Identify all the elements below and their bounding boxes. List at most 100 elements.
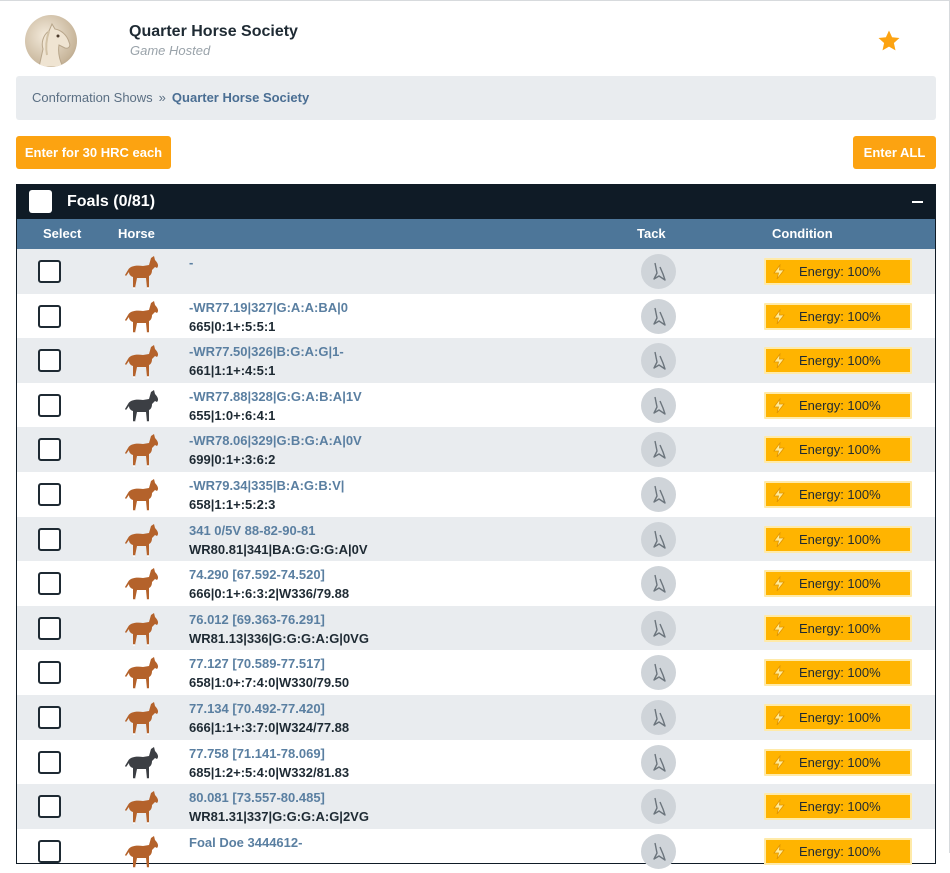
foal-name-link[interactable]: 80.081 [73.557-80.485] [189, 790, 325, 805]
foal-stats: 666|0:1+:6:3:2|W336/79.88 [189, 586, 350, 602]
tack-slot[interactable] [641, 700, 676, 735]
breadcrumb-current[interactable]: Quarter Horse Society [172, 90, 309, 105]
energy-text: Energy: 100% [799, 665, 881, 681]
foal-stats: WR80.81|341|BA:G:G:G:A|0V [189, 541, 368, 557]
energy-badge: Energy: 100% [764, 436, 912, 464]
row-checkbox[interactable] [38, 572, 61, 596]
foal-stats: 661|1:1+:4:5:1 [189, 363, 276, 379]
lightning-icon [773, 264, 785, 280]
star-icon[interactable] [877, 29, 901, 53]
foal-icon[interactable] [121, 834, 161, 870]
foal-stats: 655|1:0+:6:4:1 [189, 407, 276, 423]
foal-name-link[interactable]: 77.758 [71.141-78.069] [189, 746, 325, 761]
foal-icon[interactable] [121, 700, 161, 736]
tack-slot[interactable] [641, 566, 676, 602]
foal-name-link[interactable]: -WR77.50|326|B:G:A:G|1- [189, 344, 344, 359]
breadcrumb-separator: » [158, 90, 166, 105]
foal-name-link[interactable]: -WR77.19|327|G:A:A:BA|0 [189, 300, 348, 315]
row-checkbox[interactable] [38, 260, 61, 283]
foal-icon[interactable] [121, 299, 161, 335]
row-checkbox[interactable] [38, 349, 61, 373]
collapse-icon[interactable] [912, 201, 923, 203]
foal-icon[interactable] [121, 254, 161, 290]
tack-slot[interactable] [641, 387, 676, 423]
foal-icon[interactable] [121, 611, 161, 647]
tack-slot[interactable] [641, 432, 676, 468]
page-header: Quarter Horse Society Game Hosted [0, 0, 950, 76]
foal-icon[interactable] [121, 655, 161, 691]
foal-icon[interactable] [121, 789, 161, 825]
tack-slot[interactable] [641, 521, 676, 557]
row-checkbox[interactable] [38, 661, 61, 685]
tack-icon [653, 441, 666, 460]
table-row: Foal Doe 3444612- Energy: 100% [17, 829, 935, 873]
table-row: - Energy: 100% [17, 249, 935, 294]
enter-button[interactable]: Enter for 30 HRC each [16, 136, 171, 169]
energy-text: Energy: 100% [799, 576, 881, 592]
row-checkbox[interactable] [38, 304, 61, 328]
table-row: 76.012 [69.363-76.291] WR81.13|336|G:G:G… [17, 605, 935, 651]
foal-name-link[interactable]: Foal Doe 3444612- [189, 835, 302, 850]
foal-icon[interactable] [121, 343, 161, 379]
foal-name-link[interactable]: 77.127 [70.589-77.517] [189, 656, 325, 671]
energy-badge: Energy: 100% [764, 659, 912, 687]
foal-name-link[interactable]: 77.134 [70.492-77.420] [189, 701, 325, 716]
table-row: -WR79.34|335|B:A:G:B:V| 658|1:1+:5:2:3 E… [17, 472, 935, 517]
row-checkbox[interactable] [38, 616, 61, 640]
tack-slot[interactable] [641, 343, 676, 379]
energy-text: Energy: 100% [799, 531, 881, 547]
tack-slot[interactable] [641, 298, 676, 334]
foal-name-link[interactable]: - [189, 255, 193, 270]
foal-name-link[interactable]: -WR78.06|329|G:B:G:A:A|0V [189, 433, 362, 448]
foal-icon[interactable] [121, 388, 161, 424]
enter-all-button[interactable]: Enter ALL [853, 136, 936, 169]
tack-slot[interactable] [641, 833, 676, 869]
select-all-checkbox[interactable] [29, 190, 52, 213]
energy-text: Energy: 100% [799, 754, 881, 770]
foals-panel: Foals (0/81) Select Horse Tack Condition… [16, 184, 936, 869]
tack-slot[interactable] [641, 744, 676, 780]
panel-header: Foals (0/81) [17, 185, 935, 219]
breadcrumb-link-conformation-shows[interactable]: Conformation Shows [32, 90, 153, 105]
foal-icon[interactable] [121, 522, 161, 558]
tack-icon [653, 708, 666, 727]
energy-badge: Energy: 100% [764, 391, 912, 419]
foal-name-link[interactable]: 341 0/5V 88-82-90-81 [189, 523, 315, 538]
tack-slot[interactable] [641, 477, 676, 512]
energy-text: Energy: 100% [799, 487, 881, 502]
foal-name-link[interactable]: 76.012 [69.363-76.291] [189, 612, 325, 627]
foal-icon[interactable] [121, 477, 161, 513]
horse-head-icon [38, 22, 71, 67]
table-row: 341 0/5V 88-82-90-81 WR80.81|341|BA:G:G:… [17, 516, 935, 562]
row-checkbox[interactable] [38, 795, 61, 819]
row-checkbox[interactable] [38, 483, 61, 506]
foal-name-link[interactable]: -WR77.88|328|G:G:A:B:A|1V [189, 389, 362, 404]
foal-icon[interactable] [121, 566, 161, 602]
row-checkbox[interactable] [38, 438, 61, 462]
energy-text: Energy: 100% [799, 620, 881, 636]
row-checkbox[interactable] [38, 706, 61, 729]
column-select: Select [43, 226, 82, 241]
tack-slot[interactable] [641, 254, 676, 289]
lightning-icon [773, 710, 785, 726]
row-checkbox[interactable] [38, 393, 61, 417]
foal-stats: 658|1:1+:5:2:3 [189, 497, 276, 512]
tack-slot[interactable] [641, 655, 676, 691]
foal-name-link[interactable]: 74.290 [67.592-74.520] [189, 567, 325, 582]
row-checkbox[interactable] [38, 839, 61, 863]
foal-name-link[interactable]: -WR79.34|335|B:A:G:B:V| [189, 478, 344, 493]
lightning-icon [773, 799, 785, 815]
lightning-icon [773, 843, 785, 860]
tack-slot[interactable] [641, 789, 676, 825]
foal-icon[interactable] [121, 745, 161, 781]
energy-badge: Energy: 100% [764, 302, 912, 330]
energy-badge: Energy: 100% [764, 793, 912, 821]
foal-stats: 665|0:1+:5:5:1 [189, 318, 276, 334]
tack-icon [653, 396, 666, 415]
foal-icon[interactable] [121, 432, 161, 468]
foal-stats: 685|1:2+:5:4:0|W332/81.83 [189, 764, 350, 780]
tack-icon [653, 842, 666, 861]
row-checkbox[interactable] [38, 527, 61, 551]
tack-slot[interactable] [641, 610, 676, 646]
row-checkbox[interactable] [38, 750, 61, 774]
